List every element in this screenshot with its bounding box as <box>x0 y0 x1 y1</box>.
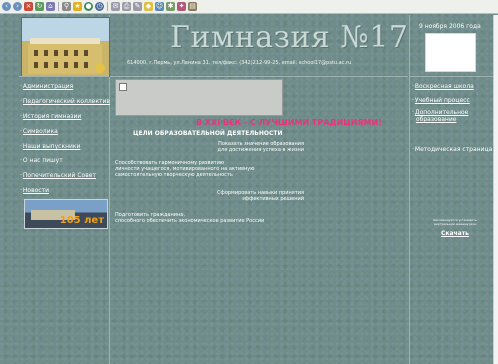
back-icon[interactable]: ‹ <box>2 2 11 11</box>
discuss-icon[interactable]: ◆ <box>144 2 153 11</box>
goal-1: Показать значение образования для достиже… <box>217 141 304 153</box>
mail-icon[interactable]: ✉ <box>111 2 120 11</box>
broken-image-icon <box>119 83 127 91</box>
nav-item-press[interactable]: ·О нас пишут <box>20 157 63 164</box>
toolbar-separator <box>107 2 108 11</box>
methodical-page-label: ·Методическая страница <box>412 146 493 153</box>
nav-item-history[interactable]: ·История гимназии <box>20 113 81 120</box>
goal-3: Сформировать навыки принятия эффективных … <box>217 190 304 202</box>
nav-item-education[interactable]: ·Учебный процесс <box>412 97 470 104</box>
print-icon[interactable]: ⎙ <box>122 2 131 11</box>
home-icon[interactable]: ⌂ <box>46 2 55 11</box>
download-link[interactable]: Скачать <box>441 230 469 237</box>
favorites-icon[interactable]: ★ <box>73 2 82 11</box>
java-applet-placeholder[interactable] <box>115 79 283 116</box>
nav-item-symbols[interactable]: ·Символика <box>20 128 58 135</box>
messenger-icon[interactable]: ☺ <box>155 2 164 11</box>
emblem-icon <box>95 63 105 73</box>
goals-heading: ЦЕЛИ ОБРАЗОВАТЕЛЬНОЙ ДЕЯТЕЛЬНОСТИ <box>133 130 283 137</box>
tools-icon[interactable]: ✱ <box>166 2 175 11</box>
edit-icon[interactable]: ✎ <box>133 2 142 11</box>
anniversary-banner-image[interactable]: 105 лет <box>24 199 108 229</box>
anniversary-label: 105 лет <box>59 215 104 226</box>
nav-item-sunday-school[interactable]: ·Воскресная школа <box>412 83 474 90</box>
nav-item-additional-education[interactable]: ·Дополнительное образование <box>412 109 468 123</box>
star-icon[interactable]: ✦ <box>177 2 186 11</box>
nav-item-graduates[interactable]: ·Наши выпускники <box>20 143 80 150</box>
toolbar-separator <box>58 2 59 11</box>
contact-address: 614000, г.Пермь, ул.Ленина 31, тел/факс:… <box>127 60 352 66</box>
current-date: 9 ноября 2006 года <box>419 23 481 30</box>
header-divider <box>19 76 109 77</box>
history-icon[interactable]: ◷ <box>95 2 104 11</box>
page-title: Гимназия №17 <box>170 20 409 55</box>
nav-item-administration[interactable]: ·Администрация <box>20 83 73 90</box>
header-divider <box>110 76 408 77</box>
refresh-icon[interactable]: ↻ <box>35 2 44 11</box>
nav-item-board[interactable]: ·Попечительский Совет <box>20 172 96 179</box>
vertical-scrollbar[interactable] <box>493 15 498 364</box>
search-icon[interactable]: ⚲ <box>62 2 71 11</box>
stop-icon[interactable]: × <box>24 2 33 11</box>
folder-icon[interactable]: ▤ <box>188 2 197 11</box>
media-icon[interactable]: ● <box>84 2 93 11</box>
header-divider <box>409 76 493 77</box>
gymnasium-building-image <box>21 17 110 77</box>
goal-2: Способствовать гармоничному развитию личн… <box>115 160 255 178</box>
goal-4: Подготовить гражданина, способного обеспе… <box>115 212 265 224</box>
nav-item-teachers[interactable]: ·Педагогический коллектив <box>20 98 110 105</box>
browser-toolbar: ‹ › × ↻ ⌂ ⚲ ★ ● ◷ ✉ ⎙ ✎ ◆ ☺ ✱ ✦ ▤ <box>0 0 498 14</box>
white-panel <box>425 33 476 72</box>
nav-item-news[interactable]: ·Новости <box>20 187 49 194</box>
forward-icon[interactable]: › <box>13 2 22 11</box>
motto-text: В XXI ВЕК - С ЛУЧШИМИ ТРАДИЦИЯМИ! <box>196 118 382 127</box>
java-notice: Рекомендуется установить виртуальную маши… <box>433 218 477 226</box>
